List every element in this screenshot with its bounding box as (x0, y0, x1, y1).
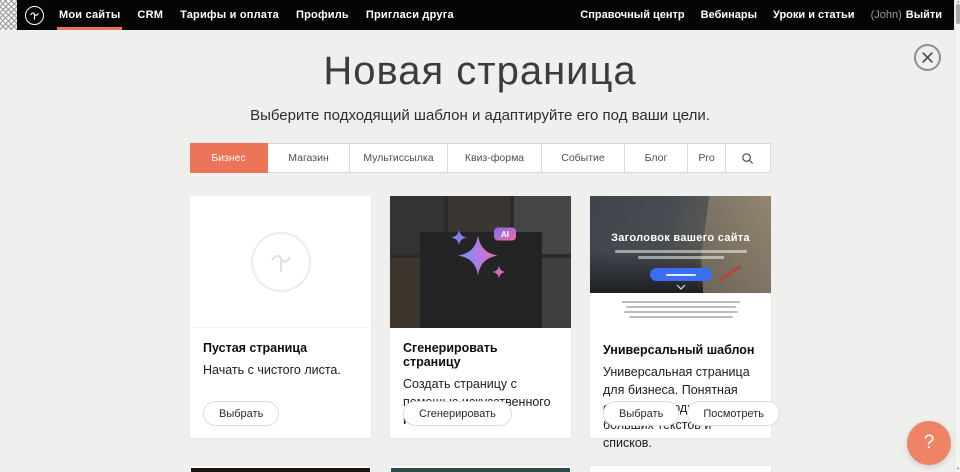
choose-universal-button[interactable]: Выбрать (603, 401, 679, 426)
next-row-card[interactable] (190, 466, 371, 472)
template-card-ai-generate: AI Сгенерировать страницу Создать страни… (390, 196, 571, 438)
card-actions: Выбрать (203, 401, 279, 426)
close-icon (922, 52, 933, 63)
logout-link[interactable]: Выйти (906, 0, 942, 30)
svg-text:AI: AI (501, 230, 509, 239)
main-nav: Мои сайты CRM Тарифы и оплата Профиль Пр… (59, 0, 454, 30)
card-title: Сгенерировать страницу (403, 341, 558, 369)
nav-invite-friend[interactable]: Пригласи друга (366, 0, 454, 30)
hero-content: Заголовок вашего сайта (590, 196, 771, 293)
card-body: Пустая страница Начать с чистого листа. (190, 328, 371, 380)
help-button[interactable]: ? (907, 421, 951, 465)
card-actions: Сгенерировать (403, 401, 512, 426)
page-subtitle: Выберите подходящий шаблон и адаптируйте… (0, 107, 960, 124)
topbar: Мои сайты CRM Тарифы и оплата Профиль Пр… (0, 0, 960, 30)
universal-template-thumbnail[interactable]: Заголовок вашего сайта (590, 196, 771, 330)
question-mark-icon: ? (924, 432, 935, 454)
nav-crm[interactable]: CRM (137, 0, 163, 30)
background-pattern (0, 0, 17, 30)
tab-store[interactable]: Магазин (268, 144, 350, 172)
preview-paragraph-line (624, 311, 738, 313)
tab-quiz-form[interactable]: Квиз-форма (448, 144, 542, 172)
template-card-blank-page: Пустая страница Начать с чистого листа. … (190, 196, 371, 438)
tab-event[interactable]: Событие (542, 144, 625, 172)
preview-paragraph-line (626, 306, 736, 308)
preview-paragraph-line (622, 301, 740, 303)
nav-my-sites[interactable]: Мои сайты (59, 0, 120, 30)
search-icon (741, 152, 754, 165)
preview-heading: Заголовок вашего сайта (611, 232, 750, 244)
card-description: Начать с чистого листа. (203, 362, 358, 380)
next-row-thumbnail (191, 468, 370, 472)
tilda-logo-icon[interactable] (25, 6, 44, 25)
nav-webinars[interactable]: Вебинары (701, 0, 757, 30)
nav-plans[interactable]: Тарифы и оплата (180, 0, 279, 30)
template-category-tabs: Бизнес Магазин Мультиссылка Квиз-форма С… (190, 143, 771, 173)
card-title: Универсальный шаблон (603, 343, 758, 357)
preview-paragraph-line (629, 316, 733, 318)
template-card-universal: Заголовок вашего сайта Универсальный шаб… (590, 196, 771, 438)
template-hero-preview: Заголовок вашего сайта (590, 196, 771, 293)
tab-business[interactable]: Бизнес (190, 143, 268, 173)
next-row-thumbnail (391, 468, 570, 472)
generate-page-button[interactable]: Сгенерировать (403, 401, 512, 426)
nav-profile[interactable]: Профиль (296, 0, 349, 30)
preview-text-section (590, 293, 771, 330)
ai-badge: AI (494, 228, 516, 241)
ai-sparkle-icon: AI (442, 228, 520, 297)
secondary-nav: Справочный центр Вебинары Уроки и статьи… (580, 0, 942, 30)
preview-universal-button[interactable]: Посмотреть (687, 401, 780, 426)
tilda-logo-watermark-icon (251, 232, 311, 292)
nav-lessons[interactable]: Уроки и статьи (773, 0, 855, 30)
tab-pro[interactable]: Pro (688, 144, 726, 172)
choose-blank-page-button[interactable]: Выбрать (203, 401, 279, 426)
next-row-thumbnail (591, 468, 770, 472)
card-body: Универсальный шаблон Универсальная стран… (590, 330, 771, 453)
scrollbar-thumb[interactable] (956, 4, 960, 24)
preview-subtext-line (638, 256, 724, 259)
scroll-down-arrow-icon[interactable]: ▼ (955, 467, 960, 471)
tab-blog[interactable]: Блог (625, 144, 688, 172)
close-dialog-button[interactable] (914, 44, 941, 71)
blank-page-thumbnail[interactable] (190, 196, 371, 328)
nav-help-center[interactable]: Справочный центр (580, 0, 684, 30)
user-name: (John) (871, 9, 902, 21)
card-title: Пустая страница (203, 341, 358, 355)
chevron-down-icon (676, 284, 686, 290)
preview-cta-button (650, 268, 712, 281)
preview-subtext-line (615, 250, 747, 253)
tab-search[interactable] (726, 144, 769, 172)
next-row-card[interactable] (390, 466, 571, 472)
next-row-card[interactable] (590, 466, 771, 472)
tab-multilink[interactable]: Мультиссылка (350, 144, 448, 172)
page-scrollbar[interactable]: ▲ ▼ (954, 0, 960, 472)
ai-generate-thumbnail[interactable]: AI (390, 196, 571, 328)
card-actions: Выбрать Посмотреть (603, 401, 780, 426)
page-title: Новая страница (0, 49, 960, 94)
